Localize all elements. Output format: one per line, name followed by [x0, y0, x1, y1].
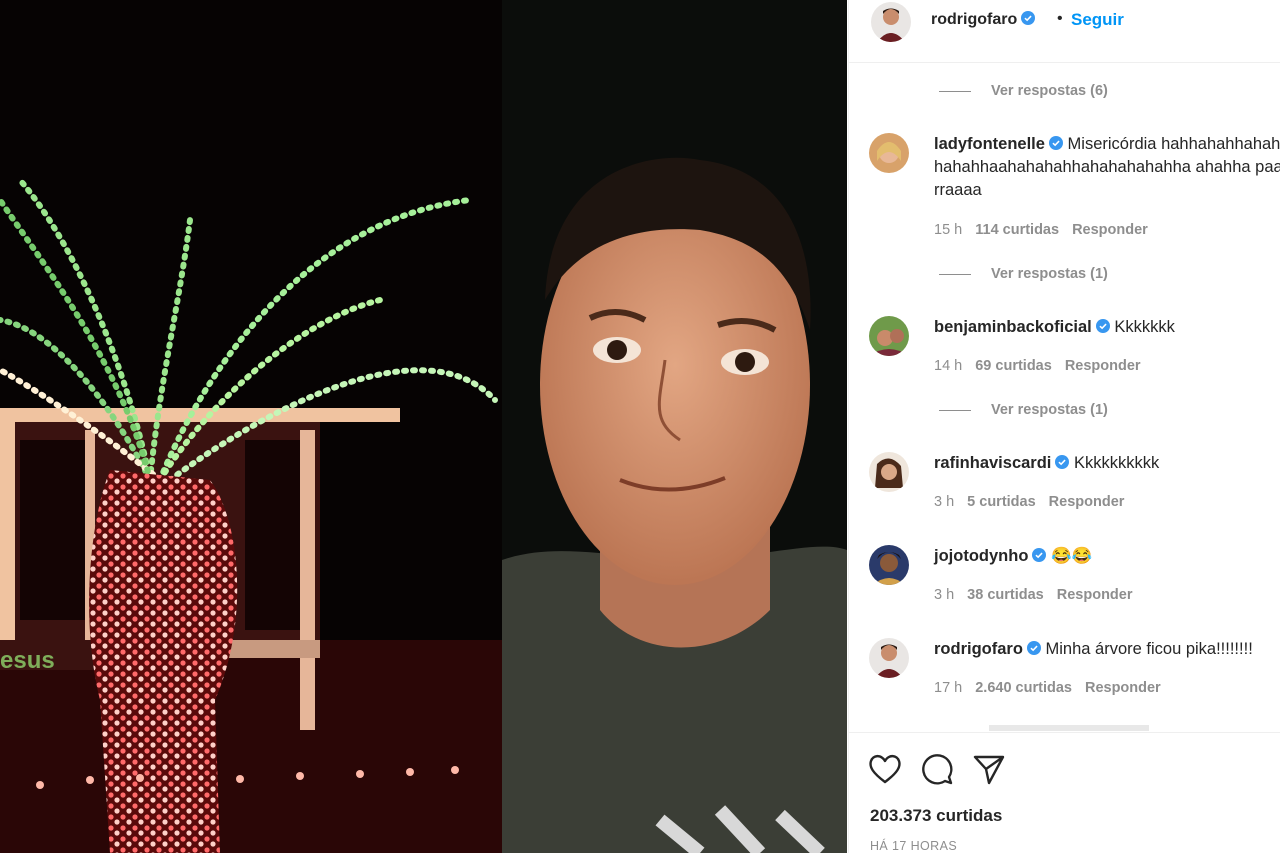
comment-body: Kkkkkkkkkk — [1073, 454, 1160, 472]
comment-username[interactable]: jojotodynho — [934, 547, 1028, 565]
comment-text: ladyfontenelle Misericórdia hahhahahhaha… — [934, 133, 1280, 202]
comment-likes[interactable]: 38 curtidas — [967, 587, 1044, 603]
verified-badge-icon — [1032, 548, 1047, 562]
view-replies-label[interactable]: Ver respostas (1) — [991, 266, 1108, 282]
comment-username[interactable]: rodrigofaro — [934, 640, 1023, 658]
post-likes-count[interactable]: 203.373 curtidas — [870, 806, 1002, 826]
replies-line — [939, 90, 971, 92]
reply-button[interactable]: Responder — [1072, 222, 1148, 238]
comment-icon[interactable] — [919, 751, 955, 787]
comment-likes[interactable]: 69 curtidas — [975, 358, 1052, 374]
post-timestamp[interactable]: HÁ 17 HORAS — [870, 839, 957, 853]
comment-likes[interactable]: 114 curtidas — [975, 222, 1059, 238]
comment-time[interactable]: 17 h — [934, 680, 962, 696]
comment-username[interactable]: rafinhaviscardi — [934, 454, 1051, 472]
author-username-label[interactable]: rodrigofaro — [931, 11, 1017, 28]
post-actions: 203.373 curtidas HÁ 17 HORAS — [849, 732, 1280, 854]
view-replies-label[interactable]: Ver respostas (1) — [991, 402, 1108, 418]
avatar[interactable] — [869, 316, 909, 356]
post-header: rodrigofaro • Seguir — [849, 0, 1280, 63]
comment-meta: 17 h 2.640 curtidas Responder — [934, 680, 1174, 696]
reply-button[interactable]: Responder — [1085, 680, 1161, 696]
avatar[interactable] — [869, 452, 909, 492]
comment-meta: 3 h 5 curtidas Responder — [934, 494, 1137, 510]
comment-list[interactable]: Ver respostas (6) ladyfontenelle Miseric… — [849, 63, 1280, 731]
avatar[interactable] — [869, 638, 909, 678]
verified-badge-icon — [1095, 319, 1110, 333]
comment-text: jojotodynho 😂😂 — [934, 545, 1280, 568]
comment-text: rodrigofaro Minha árvore ficou pika!!!!!… — [934, 638, 1280, 661]
avatar[interactable] — [869, 545, 909, 585]
verified-badge-icon — [1021, 11, 1036, 25]
verified-badge-icon — [1026, 641, 1041, 655]
comment-time[interactable]: 3 h — [934, 587, 954, 603]
comment-text: benjaminbackoficial Kkkkkkk — [934, 316, 1280, 339]
comment-username[interactable]: benjaminbackoficial — [934, 318, 1092, 336]
verified-badge-icon — [1055, 455, 1070, 469]
clipped-replies-row — [989, 725, 1149, 731]
view-replies-button[interactable]: Ver respostas (1) — [939, 402, 1108, 422]
verified-badge-icon — [1048, 136, 1063, 150]
view-replies-label[interactable]: Ver respostas (6) — [991, 83, 1108, 99]
comment-username[interactable]: ladyfontenelle — [934, 135, 1045, 153]
instagram-post: esus rodrigofaro • Seguir Ver respostas … — [0, 0, 1280, 853]
author-username[interactable]: rodrigofaro — [931, 11, 1036, 29]
comment-likes[interactable]: 5 curtidas — [967, 494, 1036, 510]
replies-line — [939, 409, 971, 411]
share-icon[interactable] — [971, 751, 1007, 787]
comment-time[interactable]: 14 h — [934, 358, 962, 374]
comment-body: Kkkkkkk — [1114, 318, 1175, 336]
post-photo[interactable]: esus — [0, 0, 847, 853]
comment-time[interactable]: 3 h — [934, 494, 954, 510]
comment-time[interactable]: 15 h — [934, 222, 962, 238]
comments-panel: rodrigofaro • Seguir Ver respostas (6) l… — [848, 0, 1280, 853]
replies-line — [939, 273, 971, 275]
comment-meta: 3 h 38 curtidas Responder — [934, 587, 1146, 603]
follow-button[interactable]: Seguir — [1071, 10, 1124, 30]
reply-button[interactable]: Responder — [1057, 587, 1133, 603]
comment-likes[interactable]: 2.640 curtidas — [975, 680, 1072, 696]
comment-body: 😂😂 — [1051, 547, 1093, 565]
avatar[interactable] — [869, 133, 909, 173]
separator-dot: • — [1057, 10, 1063, 27]
heart-icon[interactable] — [867, 751, 903, 787]
comment-body: Minha árvore ficou pika!!!!!!!! — [1045, 640, 1253, 658]
view-replies-button[interactable]: Ver respostas (1) — [939, 266, 1108, 286]
comment-meta: 14 h 69 curtidas Responder — [934, 358, 1154, 374]
comment-meta: 15 h 114 curtidas Responder — [934, 222, 1161, 238]
reply-button[interactable]: Responder — [1049, 494, 1125, 510]
avatar[interactable] — [871, 2, 911, 42]
view-replies-button[interactable]: Ver respostas (6) — [939, 83, 1108, 103]
comment-text: rafinhaviscardi Kkkkkkkkkk — [934, 452, 1280, 475]
reply-button[interactable]: Responder — [1065, 358, 1141, 374]
svg-text:esus: esus — [0, 647, 55, 674]
